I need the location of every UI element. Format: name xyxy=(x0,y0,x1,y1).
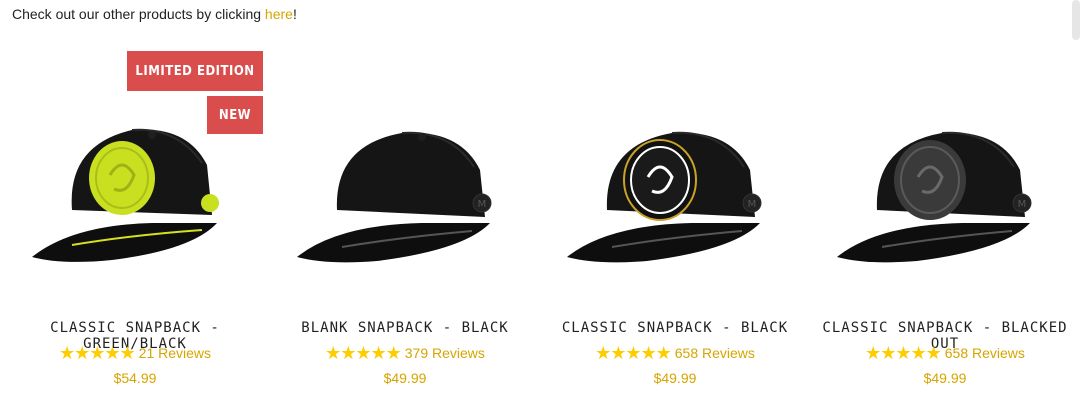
product-price: $49.99 xyxy=(653,370,697,386)
snapback-black-logo-image: M xyxy=(567,131,762,263)
product-card-blank-black[interactable]: M BLANK SNAPBACK - BLACK ★★★★★ 379 Revie… xyxy=(270,50,540,390)
product-card-classic-green-black[interactable]: LIMITED EDITION NEW CLASSIC SNAPBACK - G… xyxy=(0,50,270,390)
product-price: $54.99 xyxy=(113,370,157,386)
product-image[interactable]: M xyxy=(822,85,1072,285)
star-rating-icon: ★★★★★ xyxy=(325,343,402,363)
review-count[interactable]: 379 Reviews xyxy=(405,345,485,361)
product-rating[interactable]: ★★★★★ 658 Reviews xyxy=(540,344,810,362)
star-rating-icon: ★★★★★ xyxy=(595,343,672,363)
product-rating[interactable]: ★★★★★ 658 Reviews xyxy=(810,344,1080,362)
review-count[interactable]: 658 Reviews xyxy=(945,345,1025,361)
star-rating-icon: ★★★★★ xyxy=(865,343,942,363)
other-products-link[interactable]: here xyxy=(265,6,293,22)
product-title[interactable]: BLANK SNAPBACK - BLACK xyxy=(270,320,540,336)
product-image[interactable]: M xyxy=(282,85,532,285)
product-price: $49.99 xyxy=(923,370,967,386)
product-card-classic-blacked-out[interactable]: M CLASSIC SNAPBACK - BLACKED OUT ★★★★★ 6… xyxy=(810,50,1080,390)
snapback-blank-image: M xyxy=(297,131,492,263)
product-rating[interactable]: ★★★★★ 379 Reviews xyxy=(270,344,540,362)
review-count[interactable]: 658 Reviews xyxy=(675,345,755,361)
intro-text: Check out our other products by clicking… xyxy=(12,6,297,22)
product-card-classic-black[interactable]: M CLASSIC SNAPBACK - BLACK ★★★★★ 658 Rev… xyxy=(540,50,810,390)
product-image[interactable]: M xyxy=(552,85,802,285)
review-count[interactable]: 21 Reviews xyxy=(139,345,211,361)
scrollbar[interactable] xyxy=(1072,0,1080,40)
new-badge: NEW xyxy=(207,96,263,134)
intro-prefix: Check out our other products by clicking xyxy=(12,6,265,22)
product-title[interactable]: CLASSIC SNAPBACK - BLACK xyxy=(540,320,810,336)
svg-text:M: M xyxy=(478,199,487,210)
star-rating-icon: ★★★★★ xyxy=(58,343,136,363)
product-price: $49.99 xyxy=(383,370,427,386)
svg-text:M: M xyxy=(1018,199,1027,210)
limited-edition-badge: LIMITED EDITION xyxy=(127,51,263,91)
intro-suffix: ! xyxy=(292,6,297,22)
product-rating[interactable]: ★★★★★ 21 Reviews xyxy=(0,344,270,362)
snapback-blacked-out-image: M xyxy=(837,131,1032,263)
svg-text:M: M xyxy=(748,199,757,210)
product-grid: LIMITED EDITION NEW CLASSIC SNAPBACK - G… xyxy=(0,50,1080,390)
